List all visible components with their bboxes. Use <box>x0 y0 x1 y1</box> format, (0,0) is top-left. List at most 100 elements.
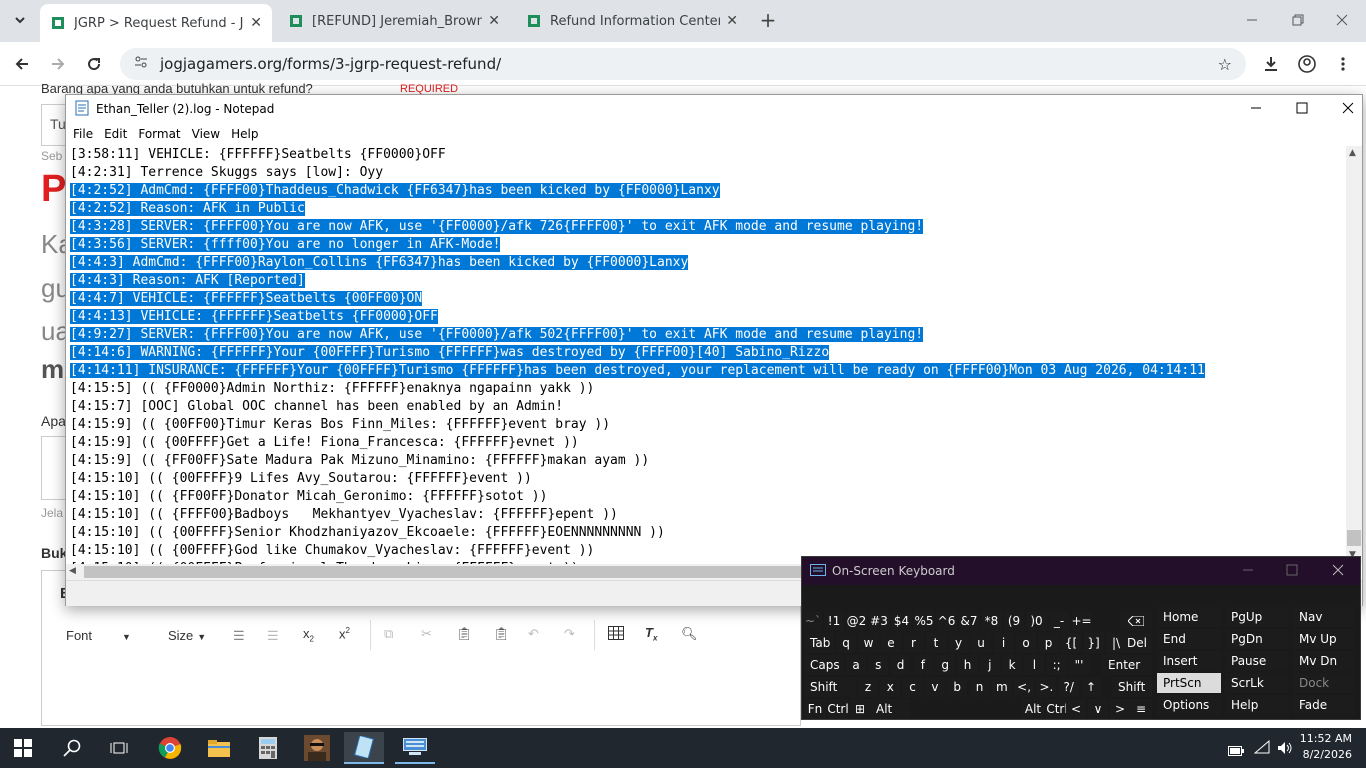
osk-key[interactable]: @2 <box>846 611 867 631</box>
osk-key[interactable]: Tab <box>804 633 834 653</box>
table-icon[interactable] <box>608 626 624 643</box>
outdent-icon[interactable]: ☰ <box>267 628 279 644</box>
osk-key[interactable]: s <box>868 655 889 675</box>
scrollbar-thumb[interactable] <box>84 566 804 578</box>
menu-format[interactable]: Format <box>138 127 180 141</box>
osk-key[interactable]: <, <box>1014 677 1035 697</box>
osk-key[interactable]: Nav <box>1293 607 1355 627</box>
superscript-icon[interactable]: x2 <box>339 626 350 641</box>
close-icon[interactable] <box>1332 564 1344 579</box>
osk-key[interactable]: p <box>1038 633 1059 653</box>
osk-key[interactable]: ∨ <box>1088 699 1108 719</box>
osk-key[interactable]: x <box>880 677 901 697</box>
osk-key[interactable]: i <box>993 633 1014 653</box>
forward-arrow-icon[interactable] <box>44 50 72 78</box>
osk-key[interactable]: {[ <box>1061 633 1081 653</box>
osk-key[interactable]: ~` <box>804 611 822 631</box>
osk-key[interactable]: h <box>957 655 978 675</box>
osk-key[interactable]: End <box>1157 629 1221 649</box>
osk-key[interactable]: ↑ <box>1081 677 1101 697</box>
calculator-icon[interactable] <box>248 732 288 764</box>
new-tab-plus-icon[interactable]: + <box>754 6 782 34</box>
wifi-icon[interactable] <box>1253 739 1270 758</box>
osk-key[interactable]: Alt <box>1022 699 1044 719</box>
osk-key[interactable]: < <box>1066 699 1086 719</box>
scroll-left-arrow-icon[interactable]: ◀ <box>69 566 76 576</box>
back-arrow-icon[interactable] <box>8 50 36 78</box>
minimize-icon[interactable] <box>1242 564 1254 579</box>
subscript-icon[interactable]: x2 <box>303 626 314 644</box>
notepad-text-area[interactable]: [3:58:11] VEHICLE: {FFFFFF}Seatbelts {FF… <box>66 146 1348 564</box>
maximize-icon[interactable] <box>1286 564 1298 579</box>
osk-key[interactable]: "' <box>1069 655 1089 675</box>
osk-key[interactable]: v <box>924 677 945 697</box>
osk-key[interactable]: q <box>836 633 856 653</box>
osk-key[interactable]: PgUp <box>1225 607 1289 627</box>
close-tab-icon[interactable]: ✕ <box>488 13 500 29</box>
close-tab-icon[interactable]: ✕ <box>250 15 262 31</box>
maximize-icon[interactable] <box>1296 102 1308 117</box>
osk-key[interactable]: += <box>1071 611 1092 631</box>
osk-key[interactable]: #3 <box>869 611 889 631</box>
paste-icon[interactable]: 📋︎ <box>456 626 473 642</box>
osk-key[interactable]: &7 <box>959 611 979 631</box>
osk-key[interactable]: t <box>926 633 946 653</box>
battery-icon[interactable] <box>1228 741 1244 760</box>
remove-format-icon[interactable]: Tx <box>645 625 657 643</box>
font-dropdown[interactable]: Font ▼ <box>66 628 131 643</box>
osk-key[interactable]: r <box>903 633 924 653</box>
osk-key[interactable]: g <box>935 655 956 675</box>
restore-window-icon[interactable] <box>1284 6 1312 34</box>
osk-key[interactable]: Caps <box>804 655 844 675</box>
osk-key[interactable]: Mv Dn <box>1293 651 1355 671</box>
cut-icon[interactable]: ✂ <box>421 626 432 642</box>
osk-key[interactable]: e <box>881 633 901 653</box>
osk-key[interactable]: Fn <box>804 699 826 719</box>
volume-icon[interactable] <box>1277 740 1293 759</box>
osk-key[interactable]: Ctrl <box>827 699 849 719</box>
scroll-up-arrow-icon[interactable]: ▲ <box>1349 148 1356 158</box>
search-icon[interactable] <box>52 732 92 764</box>
windows-start-icon[interactable] <box>3 732 43 764</box>
vertical-scrollbar[interactable]: ▲ ▼ <box>1346 146 1362 564</box>
close-window-icon[interactable] <box>1328 6 1356 34</box>
osk-key[interactable]: Help <box>1225 695 1289 715</box>
game-launcher-icon[interactable] <box>297 732 337 764</box>
osk-key[interactable]: j <box>979 655 1000 675</box>
osk-key[interactable]: Ctrl <box>1046 699 1068 719</box>
osk-key[interactable]: Home <box>1157 607 1221 627</box>
osk-key[interactable]: ≡ <box>1130 699 1152 719</box>
menu-view[interactable]: View <box>192 127 220 141</box>
osk-key[interactable]: Alt <box>870 699 910 719</box>
osk-key[interactable]: o <box>1016 633 1036 653</box>
osk-key[interactable]: Shift <box>804 677 856 697</box>
browser-tab-3[interactable]: Refund Information Center - Re ✕ <box>516 6 748 36</box>
minimize-icon[interactable] <box>1250 102 1262 117</box>
menu-file[interactable]: File <box>73 127 93 141</box>
task-view-icon[interactable] <box>99 732 139 764</box>
paste-text-icon[interactable]: 📋︎ <box>493 626 510 642</box>
osk-key[interactable]: u <box>971 633 991 653</box>
reload-icon[interactable] <box>80 50 108 78</box>
system-clock[interactable]: 11:52 AM 8/2/2026 <box>1300 731 1352 763</box>
osk-key[interactable]: l <box>1024 655 1045 675</box>
osk-key[interactable]: *8 <box>981 611 1002 631</box>
osk-key[interactable]: ^6 <box>936 611 957 631</box>
osk-key[interactable]: Enter <box>1102 655 1152 675</box>
osk-key[interactable]: Mv Up <box>1293 629 1355 649</box>
osk-key[interactable]: )0 <box>1026 611 1047 631</box>
backspace-key-icon[interactable] <box>1120 611 1152 631</box>
site-info-icon[interactable] <box>134 55 148 73</box>
osk-key[interactable]: Options <box>1157 695 1221 715</box>
copy-icon[interactable]: ⧉ <box>384 626 393 642</box>
osk-key[interactable]: Shift <box>1112 677 1152 697</box>
osk-key[interactable]: >. <box>1036 677 1057 697</box>
download-icon[interactable] <box>1257 50 1285 78</box>
osk-key[interactable]: a <box>846 655 866 675</box>
browser-tab-1[interactable]: JGRP > Request Refund - Jogja ✕ <box>40 4 272 42</box>
notepad-title-bar[interactable]: Ethan_Teller (2).log - Notepad <box>66 95 1362 123</box>
osk-key[interactable]: n <box>969 677 990 697</box>
osk-key[interactable]: :; <box>1046 655 1067 675</box>
osk-key[interactable]: }] <box>1083 633 1104 653</box>
osk-key[interactable]: f <box>912 655 933 675</box>
